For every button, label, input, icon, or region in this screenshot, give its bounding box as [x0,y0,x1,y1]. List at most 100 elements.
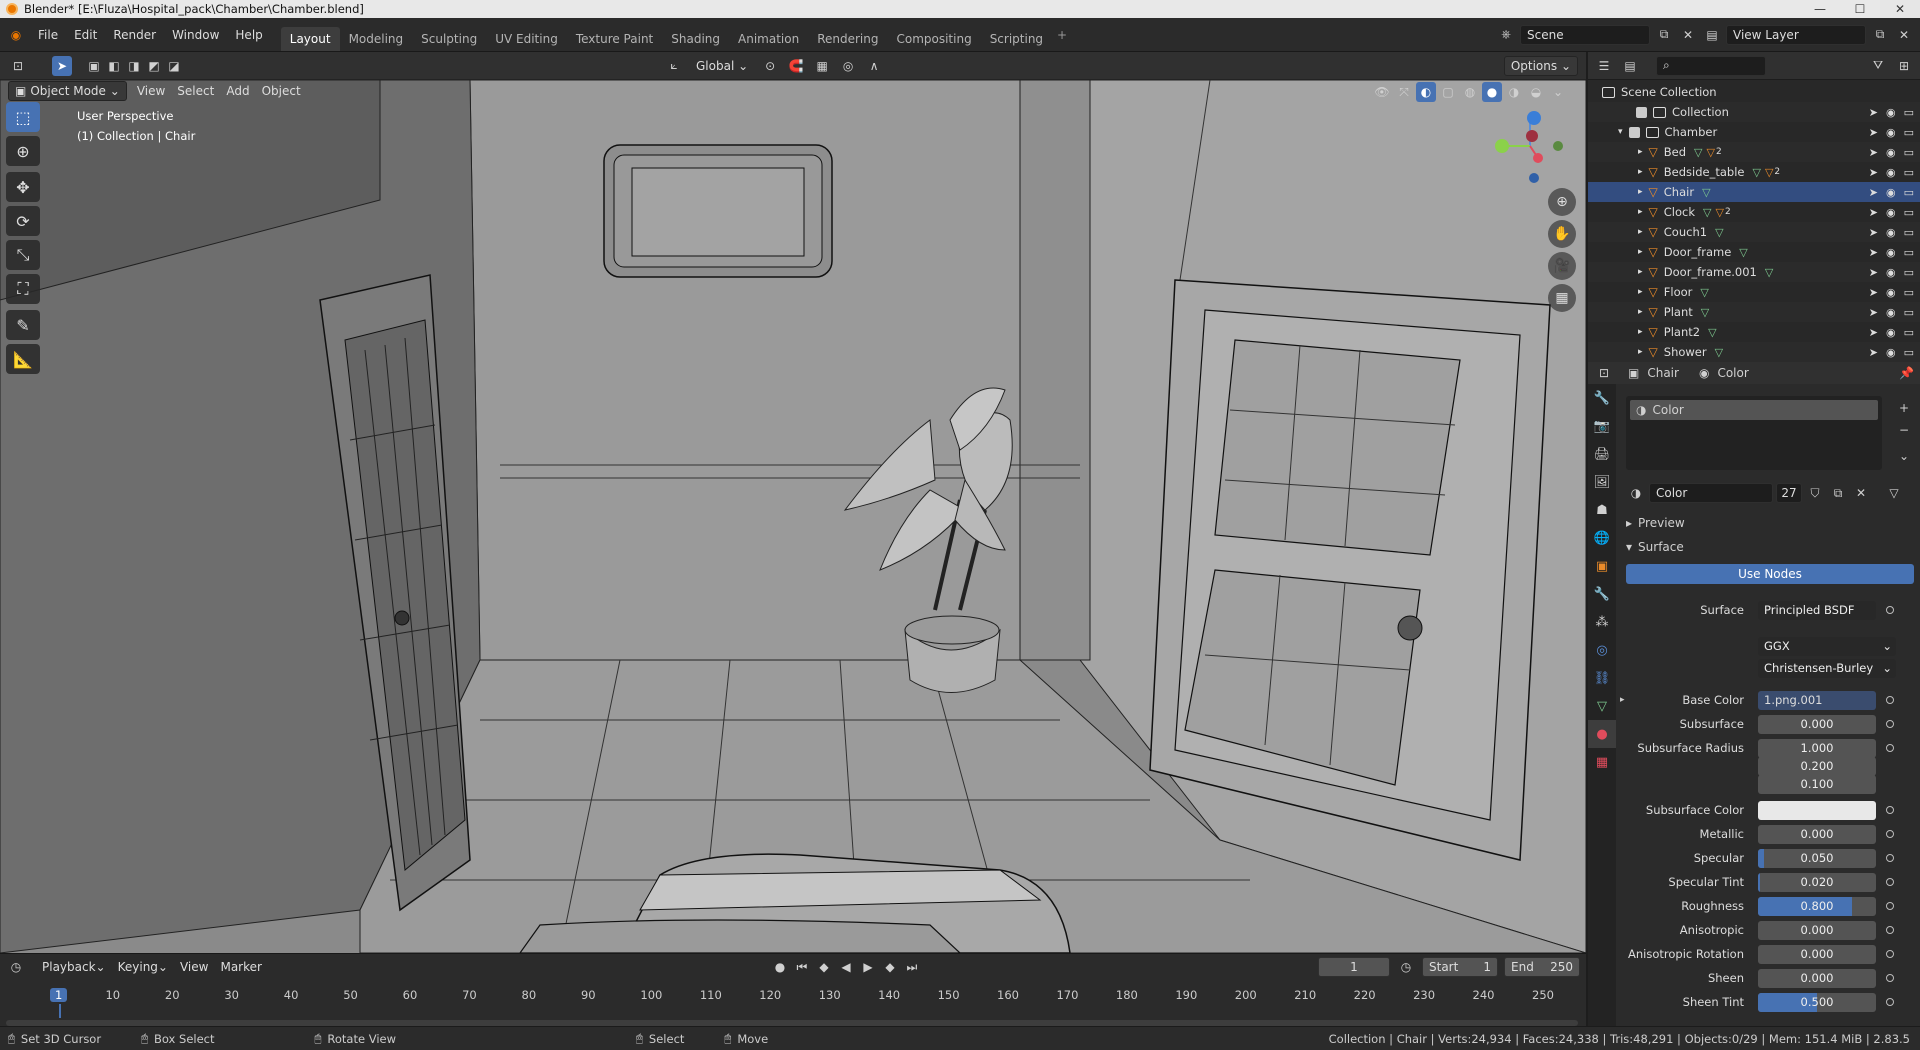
zoom-icon[interactable]: ⊕ [1548,188,1576,216]
visibility-eye-icon[interactable]: ◉ [1886,146,1896,159]
input-socket-icon[interactable] [1886,854,1894,862]
visibility-eye-icon[interactable]: ◉ [1886,286,1896,299]
tab-sculpting[interactable]: Sculpting [412,27,486,51]
input-socket-icon[interactable] [1886,902,1894,910]
expand-icon[interactable]: ▸ [1638,167,1643,177]
duplicate-material-icon[interactable]: ⧉ [1828,483,1848,503]
tab-shading[interactable]: Shading [662,27,729,51]
scene-icon[interactable]: ⎈ [1496,25,1516,45]
camera-view-icon[interactable]: 🎥 [1548,252,1576,280]
playhead[interactable] [59,1004,61,1018]
add-slot-icon[interactable]: + [1894,398,1914,418]
snap-target-icon[interactable]: ▦ [812,56,832,76]
outliner-object-door-frame-001[interactable]: ▸ ▽ Door_frame.001 ▽ ➤ ◉ ▭ [1588,262,1920,282]
render-icon[interactable]: ▭ [1904,306,1914,319]
cursor-tool-icon[interactable]: ⊕ [6,136,40,166]
select-tool-icon[interactable]: ➤ [52,55,72,76]
render-icon[interactable]: ▭ [1904,326,1914,339]
outliner-object-clock[interactable]: ▸ ▽ Clock ▽ ▽ 2 ➤ ◉ ▭ [1588,202,1920,222]
properties-editor-icon[interactable]: ⊡ [1594,363,1614,383]
selectable-icon[interactable]: ➤ [1869,246,1878,259]
measure-tool-icon[interactable]: 📐 [6,344,40,374]
collection-checkbox[interactable] [1628,126,1640,138]
visibility-eye-icon[interactable]: ◉ [1886,306,1896,319]
particles-tab-icon[interactable]: ⁂ [1588,608,1616,636]
remove-slot-icon[interactable]: − [1894,420,1914,440]
outliner-collection-collection[interactable]: Collection ➤ ◉ ▭ [1588,102,1920,122]
visibility-eye-icon[interactable]: ◉ [1886,106,1896,119]
annotate-tool-icon[interactable]: ✎ [6,310,40,340]
input-socket-icon[interactable] [1886,878,1894,886]
selectable-icon[interactable]: ➤ [1869,206,1878,219]
visibility-eye-icon[interactable]: ◉ [1886,206,1896,219]
add-workspace-icon[interactable]: + [1052,25,1072,45]
snap-icon[interactable]: 🧲 [786,56,806,76]
overlays-icon[interactable]: ◐ [1416,82,1436,102]
menu-window[interactable]: Window [164,24,227,46]
view-layer-tab-icon[interactable]: 🖼 [1588,468,1616,496]
tab-modeling[interactable]: Modeling [340,27,413,51]
subsurface-color-swatch[interactable] [1758,800,1876,820]
object-mode-dropdown[interactable]: ▣ Object Mode ⌄ [8,81,127,101]
view-layer-icon[interactable]: ▤ [1702,25,1722,45]
tool-tab-icon[interactable]: 🔧 [1588,384,1616,412]
prop-slider[interactable]: 0.100 [1758,774,1876,794]
render-icon[interactable]: ▭ [1904,246,1914,259]
render-icon[interactable]: ▭ [1904,346,1914,359]
prop-slider[interactable]: 0.000 [1758,968,1876,988]
tab-rendering[interactable]: Rendering [808,27,887,51]
render-icon[interactable]: ▭ [1904,126,1914,139]
material-users-count[interactable]: 27 [1776,483,1802,503]
solid-shading-icon[interactable]: ● [1482,82,1502,102]
viewport-menu-object[interactable]: Object [256,81,307,101]
options-dropdown[interactable]: Options ⌄ [1503,55,1578,76]
selectable-icon[interactable]: ➤ [1869,286,1878,299]
select-intersect-icon[interactable]: ◪ [164,56,184,76]
blender-menu-icon[interactable]: ◉ [6,25,26,45]
tab-uv-editing[interactable]: UV Editing [486,27,567,51]
selectable-icon[interactable]: ➤ [1869,346,1878,359]
scene-selector[interactable]: Scene [1520,24,1650,45]
outliner-scene-collection[interactable]: Scene Collection [1588,82,1920,102]
preview-panel-header[interactable]: ▸ Preview [1626,516,1685,530]
surface-socket-icon[interactable] [1886,606,1894,614]
rotate-tool-icon[interactable]: ⟳ [6,206,40,236]
selectable-icon[interactable]: ➤ [1869,186,1878,199]
new-collection-icon[interactable]: ⊞ [1894,56,1914,76]
input-socket-icon[interactable] [1886,696,1894,704]
transform-orientation-dropdown[interactable]: Global ⌄ [690,56,754,76]
visibility-eye-icon[interactable]: ◉ [1886,326,1896,339]
material-slot-item[interactable]: ◑ Color [1630,400,1878,420]
expand-icon[interactable]: ▸ [1638,347,1643,357]
expand-icon[interactable]: ▸ [1638,187,1643,197]
outliner-object-floor[interactable]: ▸ ▽ Floor ▽ ➤ ◉ ▭ [1588,282,1920,302]
pan-hand-icon[interactable]: ✋ [1548,220,1576,248]
collection-checkbox[interactable] [1636,106,1647,118]
pivot-point-icon[interactable]: ⊙ [760,56,780,76]
visibility-icon[interactable]: 👁 [1372,82,1392,102]
fake-user-icon[interactable]: ⛉ [1805,483,1825,503]
use-nodes-button[interactable]: Use Nodes [1626,564,1914,584]
gizmo-icon[interactable]: ⤧ [1394,82,1414,102]
timeline-ruler[interactable]: 1 10 20 30 40 50 60 70 80 90 100 110 120 130 140 150 160… [0,954,1586,1027]
material-name-field[interactable]: Color [1649,483,1773,503]
outliner-object-plant2[interactable]: ▸ ▽ Plant2 ▽ ➤ ◉ ▭ [1588,322,1920,342]
prop-slider[interactable]: 0.050 [1758,848,1876,868]
shading-options-icon[interactable]: ⌄ [1548,82,1568,102]
input-socket-icon[interactable] [1886,806,1894,814]
selectable-icon[interactable]: ➤ [1869,266,1878,279]
outliner-object-bedside-table[interactable]: ▸ ▽ Bedside_table ▽ ▽ 2 ➤ ◉ ▭ [1588,162,1920,182]
input-socket-icon[interactable] [1886,830,1894,838]
prop-slider[interactable]: 0.000 [1758,824,1876,844]
input-socket-icon[interactable] [1886,926,1894,934]
prop-slider[interactable]: 0.500 [1758,992,1876,1012]
unlink-material-icon[interactable]: ✕ [1851,483,1871,503]
selectable-icon[interactable]: ➤ [1869,146,1878,159]
surface-panel-header[interactable]: ▾ Surface [1626,540,1684,554]
menu-help[interactable]: Help [227,24,270,46]
slot-menu-icon[interactable]: ⌄ [1894,446,1914,466]
new-view-layer-icon[interactable]: ⧉ [1870,25,1890,45]
prop-slider[interactable]: 1.000 [1758,738,1876,758]
select-invert-icon[interactable]: ◩ [144,56,164,76]
outliner-search-input[interactable]: ⌕ [1656,55,1766,76]
